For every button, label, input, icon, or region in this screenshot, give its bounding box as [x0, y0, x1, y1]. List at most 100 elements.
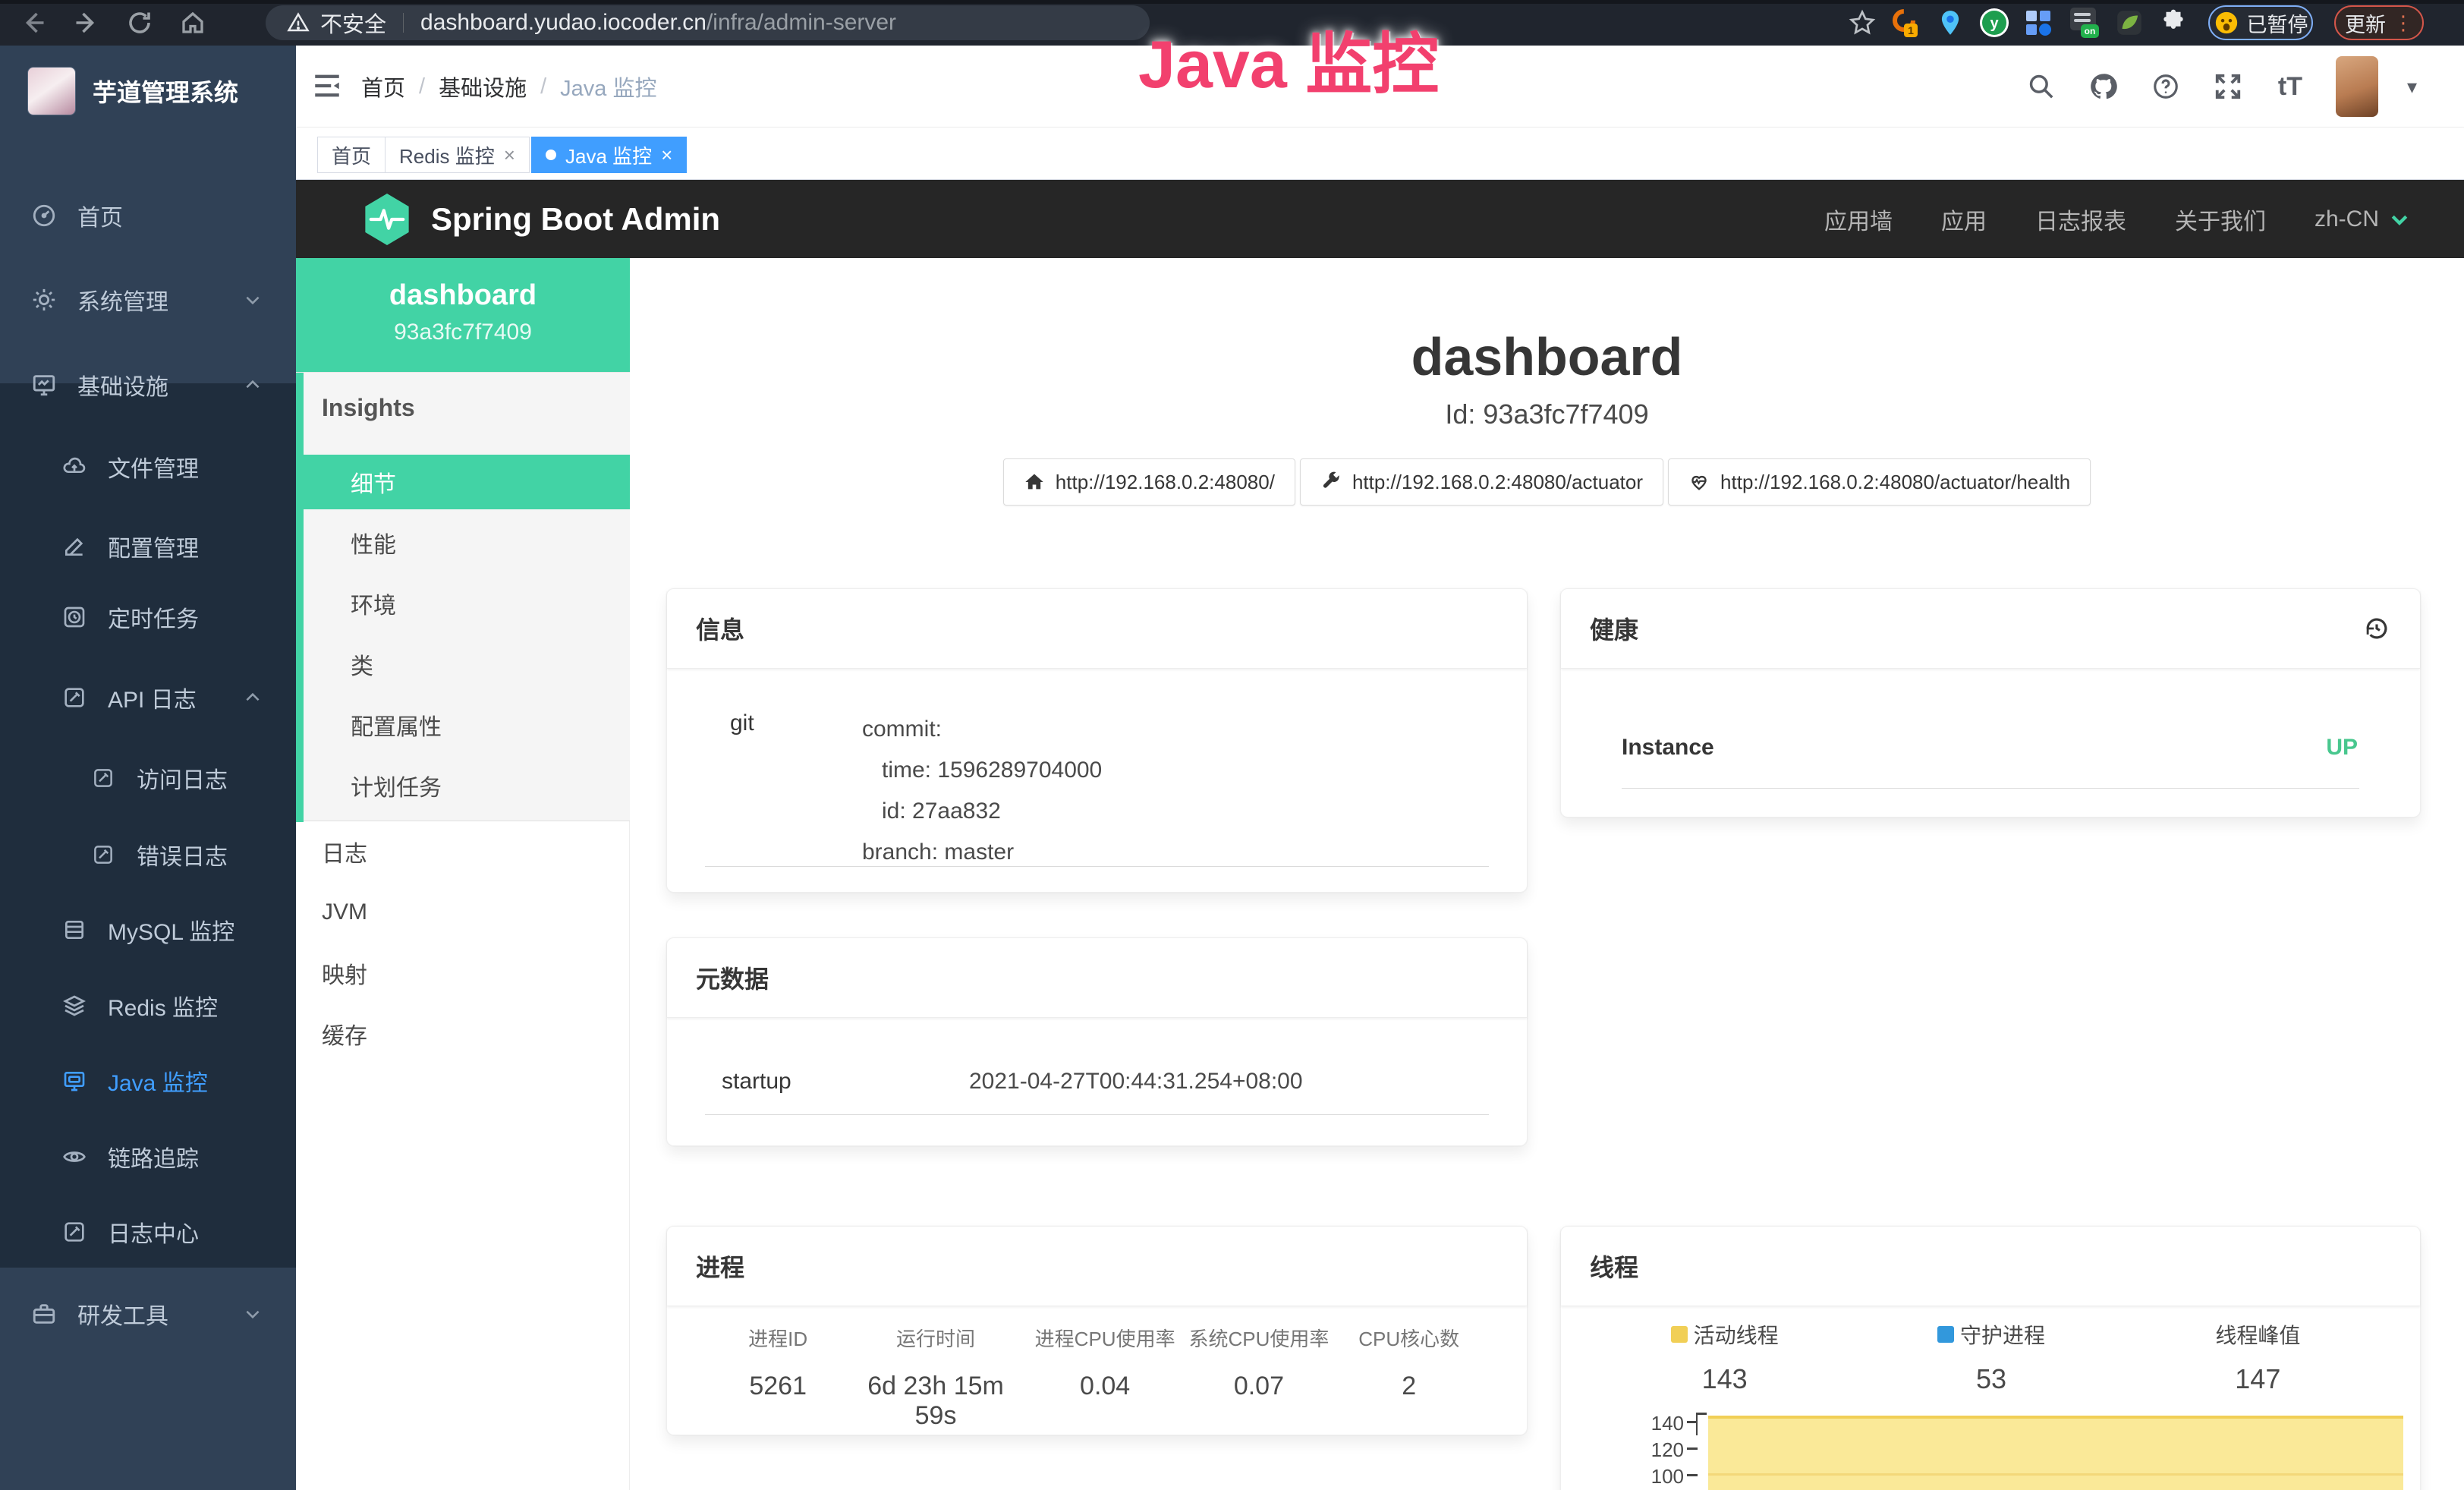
- sidebar-item-label: 系统管理: [77, 283, 168, 317]
- history-icon[interactable]: [2362, 614, 2391, 643]
- process-table: 进程ID 运行时间 进程CPU使用率 系统CPU使用率 CPU核心数 5261 …: [713, 1324, 1482, 1431]
- browser-menu-icon[interactable]: ⋮: [2393, 19, 2413, 27]
- sba-item-config-props[interactable]: 配置属性: [304, 695, 630, 755]
- help-question-icon[interactable]: [2149, 70, 2182, 103]
- actuator-url-button[interactable]: http://192.168.0.2:48080/actuator: [1300, 458, 1663, 506]
- search-icon[interactable]: [2025, 70, 2058, 103]
- sidebar-item-home[interactable]: 首页: [0, 188, 296, 243]
- sba-item-mappings[interactable]: 映射: [296, 943, 630, 1003]
- sba-app-name: dashboard: [296, 279, 630, 312]
- legend-peak-value: 147: [2125, 1363, 2391, 1395]
- browser-forward-button[interactable]: [70, 6, 103, 39]
- user-menu-caret-icon[interactable]: ▾: [2407, 75, 2417, 99]
- ext-badge-1: 1: [1908, 24, 1914, 36]
- sidebar-item-label: 访问日志: [137, 761, 228, 795]
- extension-grid-icon[interactable]: [2022, 6, 2055, 39]
- sidebar-item-redis-monitor[interactable]: Redis 监控: [0, 978, 296, 1033]
- tags-view-bar: 首页 Redis 监控 × Java 监控 ×: [296, 128, 2464, 180]
- heartbeat-icon: [1688, 471, 1710, 493]
- hamburger-icon[interactable]: [310, 68, 345, 103]
- profile-paused-chip[interactable]: 已暂停: [2208, 5, 2313, 40]
- threads-card: 线程 活动线程 143 守护进程 53 线程峰值 147 14: [1560, 1226, 2421, 1490]
- process-col-cpu: 进程CPU使用率: [1028, 1324, 1182, 1372]
- sba-item-jvm[interactable]: JVM: [296, 882, 630, 943]
- tag-java-monitor[interactable]: Java 监控 ×: [531, 137, 687, 173]
- app-logo-row[interactable]: 芋道管理系统: [0, 53, 296, 129]
- extension-green-circle-icon[interactable]: y: [1978, 6, 2011, 39]
- sidebar-item-access-logs[interactable]: 访问日志: [0, 751, 296, 805]
- sba-nav-about[interactable]: 关于我们: [2175, 203, 2266, 236]
- breadcrumb-home[interactable]: 首页: [361, 71, 405, 102]
- sidebar-item-api-logs[interactable]: API 日志: [0, 670, 296, 725]
- process-val-cores: 2: [1336, 1372, 1482, 1431]
- sba-item-details[interactable]: 细节: [304, 455, 630, 509]
- sidebar-item-error-logs[interactable]: 错误日志: [0, 827, 296, 882]
- browser-home-button[interactable]: [176, 6, 209, 39]
- extension-orange-icon[interactable]: 1: [1888, 6, 1921, 39]
- edit-icon: [61, 533, 88, 560]
- breadcrumb-infrastructure[interactable]: 基础设施: [439, 71, 527, 102]
- close-icon[interactable]: ×: [661, 143, 672, 167]
- browser-update-button[interactable]: 更新 ⋮: [2334, 5, 2424, 40]
- sidebar-item-devtools[interactable]: 研发工具: [0, 1287, 296, 1341]
- sba-item-environment[interactable]: 环境: [304, 573, 630, 634]
- sidebar-item-label: 配置管理: [108, 530, 199, 563]
- address-bar[interactable]: 不安全 dashboard.yudao.iocoder.cn/infra/adm…: [266, 5, 1150, 40]
- extension-tampermonkey-icon[interactable]: on: [2067, 6, 2101, 39]
- navbar-actions: tT ▾: [2025, 46, 2417, 128]
- tag-redis-monitor[interactable]: Redis 监控 ×: [385, 137, 530, 173]
- sidebar-item-java-monitor[interactable]: Java 监控: [0, 1054, 296, 1108]
- sba-item-scheduled-tasks[interactable]: 计划任务: [304, 755, 630, 816]
- sba-main-content: dashboard Id: 93a3fc7f7409 http://192.16…: [630, 258, 2464, 1490]
- sidebar-item-mysql-monitor[interactable]: MySQL 监控: [0, 903, 296, 957]
- browser-reload-button[interactable]: [123, 6, 156, 39]
- browser-back-button[interactable]: [17, 6, 50, 39]
- instance-id-line: Id: 93a3fc7f7409: [630, 398, 2464, 430]
- sba-item-classes[interactable]: 类: [304, 634, 630, 695]
- bookmark-star-icon[interactable]: [1846, 6, 1879, 39]
- sba-instance-header[interactable]: dashboard 93a3fc7f7409: [296, 258, 630, 372]
- dashboard-gauge-icon: [30, 202, 58, 229]
- extension-leaf-icon[interactable]: [2113, 6, 2146, 39]
- process-val-syscpu: 0.07: [1182, 1372, 1336, 1431]
- active-tag-dot: [546, 150, 556, 160]
- y-tick-140: 140: [1631, 1412, 1684, 1435]
- sidebar-item-label: 定时任务: [108, 600, 199, 634]
- sba-item-caches[interactable]: 缓存: [296, 1003, 630, 1064]
- sidebar-item-config-management[interactable]: 配置管理: [0, 519, 296, 574]
- security-warning-icon[interactable]: [287, 11, 310, 34]
- process-col-syscpu: 系统CPU使用率: [1182, 1324, 1336, 1372]
- sidebar-item-tracing[interactable]: 链路追踪: [0, 1129, 296, 1184]
- fullscreen-icon[interactable]: [2211, 70, 2245, 103]
- chevron-down-icon: [243, 290, 263, 310]
- sba-nav-wallboard[interactable]: 应用墙: [1824, 203, 1893, 236]
- axis-corner: [1696, 1413, 1707, 1415]
- github-icon[interactable]: [2087, 70, 2120, 103]
- tag-home[interactable]: 首页: [317, 137, 385, 173]
- sba-locale-select[interactable]: zh-CN: [2315, 206, 2411, 232]
- sba-item-logs[interactable]: 日志: [296, 821, 630, 882]
- sidebar-item-scheduled-jobs[interactable]: 定时任务: [0, 590, 296, 644]
- close-icon[interactable]: ×: [504, 143, 515, 167]
- window-edge: [0, 0, 2464, 4]
- extensions-puzzle-icon[interactable]: [2157, 6, 2190, 39]
- process-col-cores: CPU核心数: [1336, 1324, 1482, 1372]
- health-url-button[interactable]: http://192.168.0.2:48080/actuator/health: [1668, 458, 2091, 506]
- font-size-icon[interactable]: tT: [2274, 70, 2307, 103]
- user-avatar[interactable]: [2336, 56, 2378, 117]
- sba-brand[interactable]: Spring Boot Admin: [363, 193, 720, 246]
- sidebar-item-system[interactable]: 系统管理: [0, 272, 296, 327]
- sba-insights-group: Insights 细节 性能 环境 类 配置属性 计划任务: [296, 372, 630, 821]
- service-url-button[interactable]: http://192.168.0.2:48080/: [1003, 458, 1295, 506]
- git-commit-line: commit:: [862, 709, 1102, 750]
- extension-pin-icon[interactable]: [1934, 6, 1967, 39]
- sba-logo-icon: [363, 193, 411, 246]
- eye-icon: [61, 1143, 88, 1170]
- sba-nav-applications[interactable]: 应用: [1941, 203, 1987, 236]
- sidebar-item-log-center[interactable]: 日志中心: [0, 1205, 296, 1259]
- sba-item-metrics[interactable]: 性能: [304, 512, 630, 573]
- sba-nav-journal[interactable]: 日志报表: [2035, 203, 2126, 236]
- sidebar-item-file-management[interactable]: 文件管理: [0, 439, 296, 494]
- sidebar-item-label: Redis 监控: [108, 989, 218, 1022]
- sidebar-item-infrastructure[interactable]: 基础设施: [0, 358, 296, 412]
